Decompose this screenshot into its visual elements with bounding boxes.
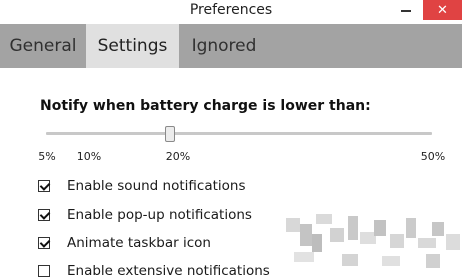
battery-threshold-slider-track[interactable] [46,132,432,135]
option-animate-taskbar-icon[interactable]: Animate taskbar icon [38,234,211,252]
extensive-notifications-checkbox[interactable] [38,265,50,277]
option-sound-notifications[interactable]: Enable sound notifications [38,177,246,195]
tab-bar: General Settings Ignored [0,24,462,68]
slider-tick-label: 5% [38,150,56,163]
minimize-button[interactable] [389,0,423,20]
option-popup-notifications[interactable]: Enable pop-up notifications [38,206,252,224]
sound-notifications-checkbox[interactable] [38,180,50,192]
popup-notifications-label: Enable pop-up notifications [67,207,252,223]
popup-notifications-checkbox[interactable] [38,209,50,221]
battery-threshold-heading: Notify when battery charge is lower than… [40,98,371,114]
sound-notifications-label: Enable sound notifications [67,178,246,194]
animate-taskbar-icon-label: Animate taskbar icon [67,235,211,251]
battery-threshold-slider-thumb[interactable] [165,126,175,142]
option-extensive-notifications[interactable]: Enable extensive notifications [38,262,270,280]
slider-tick-label: 50% [420,150,446,163]
slider-tick-label: 10% [76,150,102,163]
close-button[interactable]: ✕ [423,0,462,20]
tab-general[interactable]: General [0,24,86,68]
title-bar: Preferences ✕ [0,0,462,22]
tab-settings[interactable]: Settings [86,24,179,68]
tab-ignored[interactable]: Ignored [179,24,269,68]
animate-taskbar-icon-checkbox[interactable] [38,237,50,249]
close-icon: ✕ [437,2,448,18]
watermark-mosaic [282,204,462,277]
slider-tick-label: 20% [165,150,191,163]
minimize-icon [401,10,411,12]
